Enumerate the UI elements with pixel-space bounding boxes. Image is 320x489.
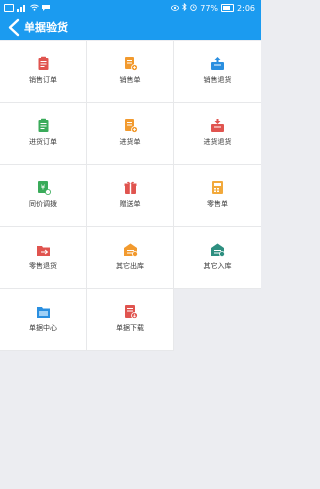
header: 单据验货 xyxy=(0,15,261,40)
menu-item-purchase-order[interactable]: 进货订单 xyxy=(0,103,87,165)
menu-item-label: 其它出库 xyxy=(116,262,144,270)
back-button[interactable] xyxy=(6,18,24,37)
battery-percent: 77% xyxy=(200,3,219,13)
menu-item-sales-order[interactable]: 销售订单 xyxy=(0,41,87,103)
menu-item-warehouse-in[interactable]: 其它入库 xyxy=(174,227,261,289)
alarm-icon xyxy=(190,4,197,13)
sales-invoice-icon xyxy=(123,56,138,71)
menu-item-sales-return[interactable]: 销售退货 xyxy=(174,41,261,103)
menu-item-gift[interactable]: 赠送单 xyxy=(87,165,174,227)
menu-grid: 销售订单 销售单 销售退货进货订单 进货单 进货退货 ¥ 同价调拨 赠送单 零售单零售退货 其它出… xyxy=(0,41,261,351)
sales-order-icon xyxy=(36,56,51,71)
menu-item-label: 单据下载 xyxy=(116,324,144,332)
status-bar: 77% 2:06 xyxy=(0,0,261,15)
menu-item-label: 零售单 xyxy=(207,200,228,208)
bluetooth-icon xyxy=(182,2,187,13)
wifi-icon xyxy=(30,4,39,13)
status-right: 77% 2:06 xyxy=(171,2,255,13)
chevron-left-icon xyxy=(8,18,20,37)
menu-item-label: 销售单 xyxy=(119,76,141,84)
document-download-icon xyxy=(123,304,138,319)
menu-item-document-center[interactable]: 单据中心 xyxy=(0,289,87,351)
retail-return-icon xyxy=(36,242,51,257)
menu-item-document-download[interactable]: 单据下载 xyxy=(87,289,174,351)
menu-item-label: 销售退货 xyxy=(203,76,232,84)
menu-item-purchase-invoice[interactable]: 进货单 xyxy=(87,103,174,165)
gift-icon xyxy=(123,180,138,195)
eye-icon xyxy=(171,4,180,13)
svg-text:¥: ¥ xyxy=(40,184,45,192)
menu-item-retail[interactable]: 零售单 xyxy=(174,165,261,227)
purchase-invoice-icon xyxy=(123,118,138,133)
retail-icon xyxy=(210,180,225,195)
warehouse-out-icon xyxy=(123,242,138,257)
menu-item-price-transfer[interactable]: ¥ 同价调拨 xyxy=(0,165,87,227)
status-left xyxy=(4,3,50,13)
page-title: 单据验货 xyxy=(24,21,68,34)
menu-item-label: 其它入库 xyxy=(203,262,232,270)
notification-icon xyxy=(42,4,50,13)
status-time: 2:06 xyxy=(237,3,255,13)
purchase-order-icon xyxy=(36,118,51,133)
hd-icon xyxy=(4,4,14,12)
menu-item-label: 赠送单 xyxy=(119,200,141,208)
purchase-return-icon xyxy=(210,118,225,133)
menu-item-label: 零售退货 xyxy=(29,262,57,270)
warehouse-in-icon xyxy=(210,242,225,257)
battery-icon xyxy=(221,4,235,12)
menu-item-warehouse-out[interactable]: 其它出库 xyxy=(87,227,174,289)
menu-item-label: 进货单 xyxy=(119,138,141,146)
menu-item-label: 同价调拨 xyxy=(29,200,57,208)
menu-item-label: 进货订单 xyxy=(29,138,57,146)
menu-item-sales-invoice[interactable]: 销售单 xyxy=(87,41,174,103)
menu-item-retail-return[interactable]: 零售退货 xyxy=(0,227,87,289)
document-center-icon xyxy=(36,304,51,319)
menu-item-label: 单据中心 xyxy=(29,324,57,332)
price-transfer-icon: ¥ xyxy=(36,180,51,195)
sales-return-icon xyxy=(210,56,225,71)
menu-item-purchase-return[interactable]: 进货退货 xyxy=(174,103,261,165)
menu-item-label: 进货退货 xyxy=(203,138,232,146)
menu-item-label: 销售订单 xyxy=(29,76,57,84)
signal-icon xyxy=(17,4,27,12)
